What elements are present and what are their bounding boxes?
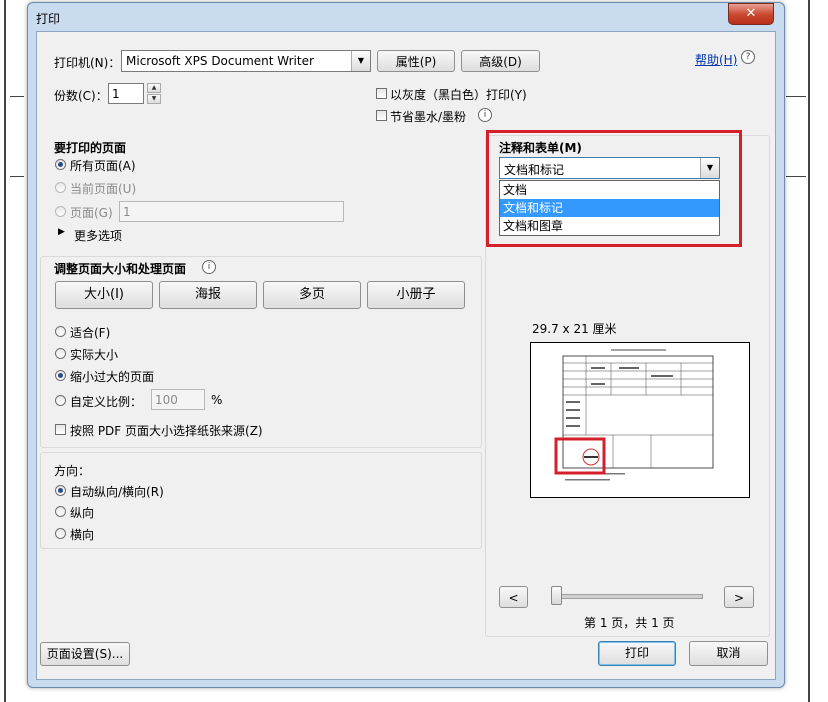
page-slider-thumb[interactable] — [551, 586, 562, 605]
page-preview — [530, 342, 750, 498]
pages-heading: 要打印的页面 — [54, 141, 127, 155]
close-icon: ✕ — [745, 6, 757, 21]
page-setup-button[interactable]: 页面设置(S)... — [40, 642, 130, 666]
background-line — [10, 96, 24, 97]
background-line — [786, 176, 806, 177]
background-line — [10, 176, 24, 177]
grayscale-label: 以灰度（黑白色）打印(Y) — [390, 88, 527, 102]
landscape-radio[interactable] — [55, 528, 66, 539]
page-range-label: 页面(G) — [70, 206, 113, 220]
background-border-left — [4, 0, 6, 702]
paper-source-checkbox[interactable] — [55, 424, 66, 435]
advanced-button[interactable]: 高级(D) — [461, 50, 540, 72]
page-range-value: 1 — [123, 205, 131, 219]
custom-scale-value: 100 — [155, 393, 178, 407]
highlight-box — [486, 130, 742, 247]
save-ink-checkbox[interactable] — [376, 110, 387, 121]
next-page-button[interactable]: > — [724, 586, 754, 608]
save-ink-label: 节省墨水/墨粉 — [390, 110, 467, 124]
copies-value: 1 — [112, 87, 120, 101]
print-button[interactable]: 打印 — [598, 641, 676, 666]
printer-select-value: Microsoft XPS Document Writer — [126, 54, 314, 68]
page-range-radio[interactable] — [55, 206, 66, 217]
copies-input[interactable]: 1 — [108, 83, 144, 104]
preview-thumbnail — [554, 349, 714, 481]
close-button[interactable]: ✕ — [728, 3, 774, 25]
custom-scale-input[interactable]: 100 — [151, 389, 205, 410]
current-page-label: 当前页面(U) — [70, 182, 137, 196]
actual-size-radio[interactable] — [55, 348, 66, 359]
all-pages-radio[interactable] — [55, 159, 66, 170]
actual-size-label: 实际大小 — [70, 348, 119, 362]
shrink-oversized-label: 缩小过大的页面 — [70, 370, 155, 384]
current-page-radio[interactable] — [55, 182, 66, 193]
fit-radio[interactable] — [55, 326, 66, 337]
custom-scale-radio[interactable] — [55, 395, 66, 406]
booklet-button[interactable]: 小册子 — [367, 281, 465, 309]
page-slider-track[interactable] — [555, 594, 703, 599]
portrait-label: 纵向 — [70, 506, 95, 520]
orientation-heading: 方向： — [54, 464, 91, 478]
page-range-input[interactable]: 1 — [119, 201, 344, 222]
shrink-oversized-radio[interactable] — [55, 370, 66, 381]
page-sizing-heading: 调整页面大小和处理页面 — [54, 262, 187, 276]
orientation-group — [40, 452, 482, 549]
help-link[interactable]: 帮助(H) — [695, 51, 737, 68]
prev-page-button[interactable]: < — [499, 586, 528, 608]
auto-orientation-label: 自动纵向/横向(R) — [70, 485, 164, 499]
paper-source-label: 按照 PDF 页面大小选择纸张来源(Z) — [70, 424, 263, 438]
info-icon[interactable]: i — [478, 108, 492, 122]
portrait-radio[interactable] — [55, 506, 66, 517]
all-pages-label: 所有页面(A) — [70, 159, 136, 173]
properties-button[interactable]: 属性(P) — [377, 50, 455, 72]
auto-orientation-radio[interactable] — [55, 485, 66, 496]
printer-label: 打印机(N)： — [54, 56, 121, 70]
percent-sign: % — [211, 393, 223, 407]
multiple-pages-button[interactable]: 多页 — [263, 281, 361, 309]
expand-arrow-icon[interactable]: ▶ — [58, 227, 65, 237]
printer-select[interactable]: Microsoft XPS Document Writer ▼ — [121, 50, 371, 72]
background-line — [786, 96, 806, 97]
paper-size-label: 29.7 x 21 厘米 — [532, 322, 617, 336]
landscape-label: 横向 — [70, 528, 95, 542]
page-indicator: 第 1 页，共 1 页 — [584, 616, 675, 630]
background-border-right — [808, 0, 810, 702]
grayscale-checkbox[interactable] — [376, 88, 387, 99]
copies-up-button[interactable]: ▲ — [147, 83, 161, 93]
poster-button[interactable]: 海报 — [159, 281, 257, 309]
copies-label: 份数(C)： — [54, 89, 108, 103]
info-icon[interactable]: i — [202, 260, 216, 274]
help-icon[interactable]: ? — [741, 50, 755, 64]
dialog-title: 打印 — [36, 12, 61, 26]
more-options-link[interactable]: 更多选项 — [74, 227, 122, 244]
copies-down-button[interactable]: ▼ — [147, 94, 161, 104]
size-button[interactable]: 大小(I) — [55, 281, 153, 309]
cancel-button[interactable]: 取消 — [689, 641, 768, 666]
custom-scale-label: 自定义比例： — [70, 395, 143, 409]
fit-label: 适合(F) — [70, 326, 111, 340]
chevron-down-icon: ▼ — [351, 51, 370, 71]
